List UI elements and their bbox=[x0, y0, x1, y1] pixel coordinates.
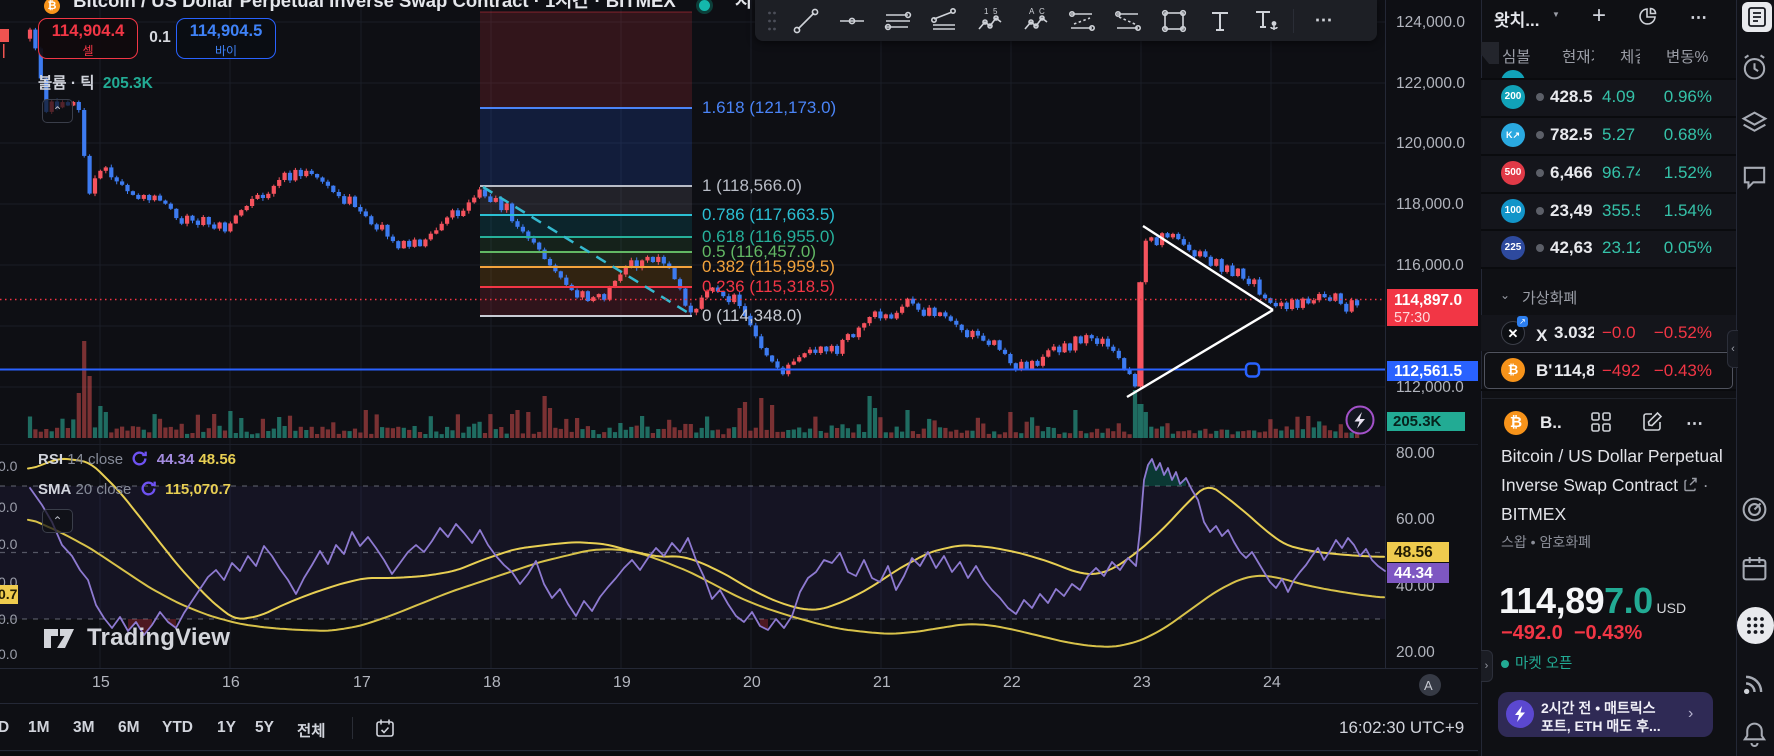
svg-text:A: A bbox=[1029, 7, 1035, 16]
svg-text:C: C bbox=[1039, 7, 1045, 16]
svg-text:0.236 (115,318.5): 0.236 (115,318.5) bbox=[702, 277, 835, 296]
svg-text:0.382 (115,959.5): 0.382 (115,959.5) bbox=[702, 257, 835, 276]
svg-text:122,000.0: 122,000.0 bbox=[1396, 75, 1465, 92]
svg-text:0 (114,348.0): 0 (114,348.0) bbox=[702, 306, 802, 325]
svg-text:80.00: 80.00 bbox=[1396, 445, 1435, 462]
svg-text:16: 16 bbox=[222, 674, 240, 691]
svg-text:0.0: 0.0 bbox=[0, 536, 18, 552]
svg-text:1 (118,566.0): 1 (118,566.0) bbox=[702, 176, 802, 195]
svg-text:60.00: 60.00 bbox=[1396, 511, 1435, 528]
svg-text:1.618 (121,173.0): 1.618 (121,173.0) bbox=[702, 98, 836, 117]
svg-text:0.0: 0.0 bbox=[0, 458, 18, 474]
svg-text:24: 24 bbox=[1263, 674, 1281, 691]
svg-text:118,000.0: 118,000.0 bbox=[1396, 196, 1464, 213]
svg-text:23: 23 bbox=[1133, 674, 1151, 691]
svg-text:A: A bbox=[1424, 678, 1433, 693]
svg-text:18: 18 bbox=[483, 674, 501, 691]
svg-text:0.0: 0.0 bbox=[0, 646, 18, 662]
svg-text:48.56: 48.56 bbox=[1394, 544, 1433, 561]
svg-text:0.786 (117,663.5): 0.786 (117,663.5) bbox=[702, 205, 835, 224]
svg-text:0.0: 0.0 bbox=[0, 499, 18, 515]
svg-text:112,561.5: 112,561.5 bbox=[1394, 363, 1462, 380]
svg-text:57:30: 57:30 bbox=[1394, 310, 1430, 326]
svg-text:21: 21 bbox=[873, 674, 891, 691]
svg-text:17: 17 bbox=[353, 674, 371, 691]
svg-text:20: 20 bbox=[743, 674, 761, 691]
svg-text:5: 5 bbox=[993, 7, 998, 16]
svg-text:114,897.0: 114,897.0 bbox=[1394, 292, 1462, 309]
svg-text:19: 19 bbox=[613, 674, 631, 691]
svg-text:124,000.0: 124,000.0 bbox=[1396, 14, 1465, 31]
svg-text:0.7: 0.7 bbox=[0, 586, 18, 602]
svg-text:15: 15 bbox=[92, 674, 110, 691]
svg-text:1: 1 bbox=[984, 7, 989, 16]
svg-text:116,000.0: 116,000.0 bbox=[1396, 257, 1464, 274]
svg-text:205.3K: 205.3K bbox=[1393, 413, 1442, 430]
svg-text:20.00: 20.00 bbox=[1396, 644, 1435, 661]
svg-text:120,000.0: 120,000.0 bbox=[1396, 135, 1465, 152]
svg-text:0.0: 0.0 bbox=[0, 611, 18, 627]
svg-text:44.34: 44.34 bbox=[1394, 565, 1433, 582]
svg-text:22: 22 bbox=[1003, 674, 1021, 691]
svg-text:112,000.0: 112,000.0 bbox=[1396, 379, 1464, 396]
